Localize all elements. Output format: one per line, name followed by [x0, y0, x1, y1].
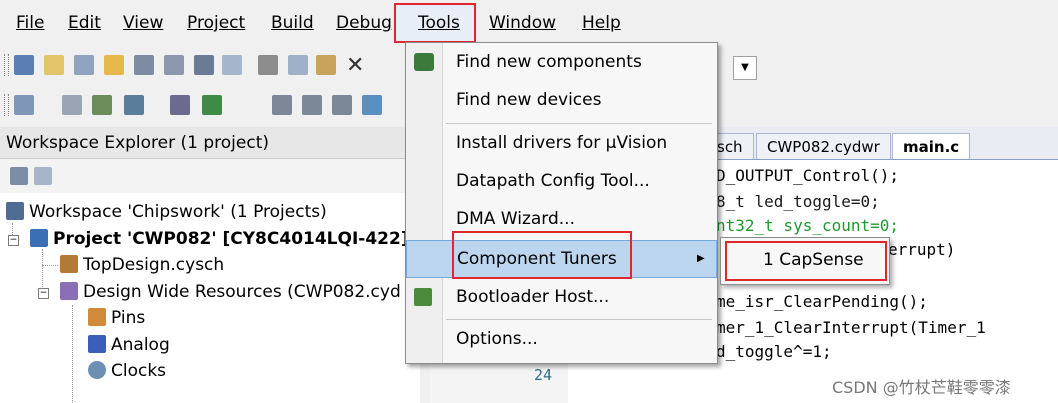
- menu-view[interactable]: View: [123, 11, 163, 35]
- tree-item-topdesign[interactable]: TopDesign.cysch: [60, 252, 224, 278]
- menu-separator: [446, 123, 712, 124]
- menu-item-bootloader-host[interactable]: Bootloader Host...: [406, 280, 717, 314]
- new-project-icon[interactable]: [14, 55, 34, 75]
- print-preview-icon[interactable]: [222, 55, 242, 75]
- tree-item-project[interactable]: Project 'CWP082' [CY8C4014LQI-422]: [30, 226, 409, 252]
- workspace-toolbar: [0, 159, 420, 193]
- code-line: nt32_t sys_count=0;: [716, 216, 900, 235]
- code-line: d_toggle^=1;: [716, 342, 832, 361]
- tree-item-label: Pins: [111, 308, 146, 328]
- new-file-icon[interactable]: [44, 55, 64, 75]
- tree-item-workspace[interactable]: Workspace 'Chipswork' (1 Projects): [6, 199, 327, 225]
- line-number: 24: [534, 366, 553, 384]
- add-file-icon[interactable]: [74, 55, 94, 75]
- delete-icon[interactable]: ✕: [346, 53, 364, 78]
- debug-icon[interactable]: [202, 95, 222, 115]
- workspace-explorer: Workspace Explorer (1 project) Workspace…: [0, 127, 420, 403]
- collapse-icon[interactable]: −: [8, 235, 19, 246]
- menu-item-options[interactable]: Options...: [406, 322, 717, 356]
- workspace-icon: [6, 202, 24, 220]
- capsense-highlight-box: [725, 241, 887, 281]
- menu-separator: [446, 319, 712, 320]
- copy-icon[interactable]: [288, 55, 308, 75]
- collapse-icon[interactable]: −: [38, 288, 49, 299]
- outdent-icon[interactable]: [302, 95, 322, 115]
- component-icon[interactable]: [62, 95, 82, 115]
- tree-guide: [42, 265, 58, 266]
- menu-build[interactable]: Build: [271, 11, 314, 35]
- toolbar-grip[interactable]: [4, 54, 9, 76]
- menu-debug[interactable]: Debug: [336, 11, 392, 35]
- tree-item-label: TopDesign.cysch: [83, 255, 225, 275]
- device-icon[interactable]: [14, 95, 34, 115]
- file-view-icon[interactable]: [34, 167, 52, 185]
- menu-item-datapath-config[interactable]: Datapath Config Tool...: [406, 164, 717, 198]
- code-line: mer_1_ClearInterrupt(Timer_1: [716, 318, 986, 337]
- menu-bar: File Edit View Project Build Debug Tools…: [0, 0, 1058, 46]
- menu-item-label: Options...: [456, 329, 538, 349]
- menu-project[interactable]: Project: [187, 11, 245, 35]
- tree-item-label: Analog: [111, 335, 170, 355]
- menu-item-find-new-devices[interactable]: Find new devices: [406, 83, 717, 117]
- menu-file[interactable]: File: [16, 11, 44, 35]
- pins-icon: [88, 308, 106, 326]
- menu-edit[interactable]: Edit: [68, 11, 101, 35]
- menu-item-label: Install drivers for µVision: [456, 133, 668, 153]
- tree-item-label: Project 'CWP082' [CY8C4014LQI-422]: [53, 229, 409, 249]
- menu-item-label: Find new components: [456, 52, 642, 72]
- menu-item-label: Bootloader Host...: [456, 287, 610, 307]
- tree-item-design-wide-resources[interactable]: Design Wide Resources (CWP082.cyd: [60, 279, 401, 305]
- component-tuners-highlight-box: [452, 231, 632, 279]
- tab-cydwr[interactable]: CWP082.cydwr: [756, 133, 891, 159]
- cut-icon[interactable]: [258, 55, 278, 75]
- tree-guide: [72, 305, 73, 403]
- code-line: errupt): [888, 240, 956, 259]
- uncomment-icon[interactable]: [362, 95, 382, 115]
- program-icon[interactable]: [170, 95, 190, 115]
- toolbar-grip[interactable]: [4, 94, 9, 116]
- combo-dropdown-button[interactable]: ▼: [733, 56, 757, 80]
- tab-main-c[interactable]: main.c: [892, 133, 971, 159]
- resources-icon: [60, 282, 78, 300]
- open-folder-icon[interactable]: [104, 55, 124, 75]
- menu-item-label: Find new devices: [456, 90, 602, 110]
- menu-item-install-drivers[interactable]: Install drivers for µVision: [406, 126, 717, 160]
- menu-item-label: Datapath Config Tool...: [456, 171, 650, 191]
- submenu-arrow-icon: ▶: [697, 253, 705, 264]
- schematic-icon: [60, 255, 78, 273]
- comment-icon[interactable]: [332, 95, 352, 115]
- bootloader-icon: [414, 288, 432, 306]
- code-line: me_isr_ClearPending();: [716, 292, 928, 311]
- settings-icon[interactable]: [92, 95, 112, 115]
- save-icon[interactable]: [134, 55, 154, 75]
- indent-icon[interactable]: [272, 95, 292, 115]
- menu-help[interactable]: Help: [582, 11, 621, 35]
- tree-item-label: Clocks: [111, 361, 167, 381]
- tree-item-label: Workspace 'Chipswork' (1 Projects): [29, 202, 327, 222]
- workspace-explorer-title: Workspace Explorer (1 project): [0, 127, 420, 159]
- save-all-icon[interactable]: [164, 55, 184, 75]
- print-icon[interactable]: [194, 55, 214, 75]
- code-line: D_OUTPUT_Control();: [716, 166, 900, 185]
- tree-item-clocks[interactable]: Clocks: [88, 358, 166, 384]
- tools-dropdown-menu: Find new components Find new devices Ins…: [405, 42, 718, 364]
- menu-tools[interactable]: Tools: [418, 11, 460, 35]
- menu-item-find-new-components[interactable]: Find new components: [406, 45, 717, 79]
- menu-window[interactable]: Window: [489, 11, 556, 35]
- paste-icon[interactable]: [316, 55, 336, 75]
- tree-item-analog[interactable]: Analog: [88, 332, 170, 358]
- tree-item-label: Design Wide Resources (CWP082.cyd: [83, 282, 401, 302]
- workspace-view-icon[interactable]: [10, 167, 28, 185]
- watermark: CSDN @竹杖芒鞋零零漆: [832, 378, 1011, 397]
- code-line: 8_t led_toggle=0;: [716, 192, 880, 211]
- project-icon: [30, 229, 48, 247]
- tree-item-pins[interactable]: Pins: [88, 305, 145, 331]
- clock-icon: [88, 361, 106, 379]
- build-icon[interactable]: [124, 95, 144, 115]
- analog-icon: [88, 335, 106, 353]
- find-components-icon: [414, 53, 434, 71]
